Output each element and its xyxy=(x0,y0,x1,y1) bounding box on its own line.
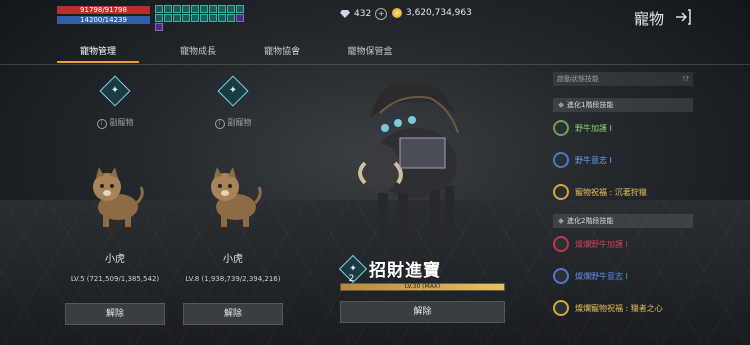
buff-icon[interactable] xyxy=(182,5,190,13)
top-bar: 91798/91798 14200/14239 432 + 3,620,734,… xyxy=(0,0,750,36)
add-diamond-button[interactable]: + xyxy=(375,8,388,20)
skill-icon xyxy=(553,184,569,200)
exit-icon[interactable] xyxy=(674,8,692,26)
sub-pet-label: i 副寵物 xyxy=(65,117,165,129)
skill-icon xyxy=(553,120,569,136)
pet-name: 小虎 xyxy=(105,254,125,265)
skill-name: 燦爛寵物祝福 : 獵者之心 xyxy=(575,303,663,313)
sub-pet-slot-2: ✦ i 副寵物 小虎 LV.8 (1,938,739/2,394,216) 解除 xyxy=(183,75,283,325)
buff-icon[interactable] xyxy=(173,14,181,22)
diamond-icon xyxy=(340,10,350,18)
skill-icon xyxy=(553,300,569,316)
tiger-cub-image xyxy=(93,167,144,227)
skill-group-title: 進化2階段技能 xyxy=(553,214,693,228)
buff-icon[interactable] xyxy=(218,14,226,22)
paw-icon: ✦ xyxy=(217,75,249,107)
mp-bar: 14200/14239 xyxy=(57,16,150,24)
sub-pet-label: i 副寵物 xyxy=(183,117,283,129)
gold-coin-icon xyxy=(392,8,402,18)
tab-pet-growth[interactable]: 寵物成長 xyxy=(157,40,239,63)
skill-name: 野牛意志 I xyxy=(575,155,612,165)
skills-panel: 啟動狀態技能!? 進化1階段技能 野牛加護 I 野牛意志 I 寵物祝福 : 沉著… xyxy=(553,72,693,324)
exp-bar: LV.30 (MAX) xyxy=(340,283,505,291)
buff-icon[interactable] xyxy=(182,14,190,22)
tab-pet-association[interactable]: 寵物協會 xyxy=(249,40,315,63)
buff-icon[interactable] xyxy=(200,5,208,13)
release-button[interactable]: 解除 xyxy=(183,303,283,325)
info-icon[interactable]: i xyxy=(214,119,225,129)
buff-icon[interactable] xyxy=(191,14,199,22)
skill-row[interactable]: 野牛意志 I xyxy=(553,144,693,176)
diamond-currency: 432 + xyxy=(340,8,388,20)
tab-pet-storage[interactable]: 寵物保管盒 xyxy=(325,40,415,63)
buff-icon[interactable] xyxy=(155,23,163,31)
buff-icon[interactable] xyxy=(209,5,217,13)
tiger-cub-image xyxy=(211,167,262,227)
buff-icon[interactable] xyxy=(164,14,172,22)
skill-icon xyxy=(553,152,569,168)
release-button[interactable]: 解除 xyxy=(340,301,505,323)
skill-row[interactable]: 燦爛野牛加護 I xyxy=(553,228,693,260)
page-title: 寵物 xyxy=(634,10,665,28)
pet-name: 小虎 xyxy=(223,254,243,265)
skill-icon xyxy=(553,236,569,252)
buff-icons xyxy=(155,5,245,31)
skill-row[interactable]: 野牛加護 I xyxy=(553,112,693,144)
diamond-amount: 432 xyxy=(354,9,372,19)
grade-number: 2 xyxy=(348,273,355,284)
buff-icon[interactable] xyxy=(209,14,217,22)
buff-icon[interactable] xyxy=(236,14,244,22)
skill-name: 寵物祝福 : 沉著狩獵 xyxy=(575,187,647,197)
skill-name: 燦爛野牛加護 I xyxy=(575,239,628,249)
bison-pet-image xyxy=(358,82,459,238)
pet-level: LV.5 (721,509/1,385,542) xyxy=(70,275,160,283)
hp-bar: 91798/91798 xyxy=(57,6,150,14)
skill-row[interactable]: 寵物祝福 : 沉著狩獵 xyxy=(553,176,693,208)
exp-text: LV.30 (MAX) xyxy=(404,283,441,290)
skill-row[interactable]: 燦爛野牛意志 I xyxy=(553,260,693,292)
buff-icon[interactable] xyxy=(173,5,181,13)
warning-icon: !? xyxy=(682,75,689,83)
skill-icon xyxy=(553,268,569,284)
buff-icon[interactable] xyxy=(236,5,244,13)
skills-status-line: 啟動狀態技能!? xyxy=(553,72,693,86)
buff-icon[interactable] xyxy=(155,5,163,13)
release-button[interactable]: 解除 xyxy=(65,303,165,325)
tab-pet-management[interactable]: 寵物管理 xyxy=(57,40,139,63)
buff-icon[interactable] xyxy=(200,14,208,22)
skill-name: 野牛加護 I xyxy=(575,123,612,133)
buff-icon[interactable] xyxy=(191,5,199,13)
main-pet-name: 招財進寶 xyxy=(369,261,441,281)
skill-row[interactable]: 燦爛寵物祝福 : 獵者之心 xyxy=(553,292,693,324)
pet-level: LV.8 (1,938,739/2,394,216) xyxy=(185,275,281,283)
pet-grade-badge: ✦ 2 xyxy=(338,254,368,284)
skill-group-title: 進化1階段技能 xyxy=(553,98,693,112)
buff-icon[interactable] xyxy=(227,14,235,22)
gold-amount: 3,620,734,963 xyxy=(406,8,472,18)
gold-currency: 3,620,734,963 xyxy=(392,8,472,18)
info-icon[interactable]: i xyxy=(96,119,107,129)
buff-icon[interactable] xyxy=(155,14,163,22)
tab-divider xyxy=(0,64,750,65)
skill-name: 燦爛野牛意志 I xyxy=(575,271,628,281)
buff-icon[interactable] xyxy=(164,5,172,13)
buff-icon[interactable] xyxy=(218,5,226,13)
main-pet-name-row: ✦ 2 招財進寶 xyxy=(338,254,441,283)
tab-bar: 寵物管理 寵物成長 寵物協會 寵物保管盒 xyxy=(57,40,415,63)
buff-icon[interactable] xyxy=(227,5,235,13)
sub-pet-slot-1: ✦ i 副寵物 小虎 LV.5 (721,509/1,385,542) 解除 xyxy=(65,75,165,325)
paw-icon: ✦ xyxy=(99,75,131,107)
